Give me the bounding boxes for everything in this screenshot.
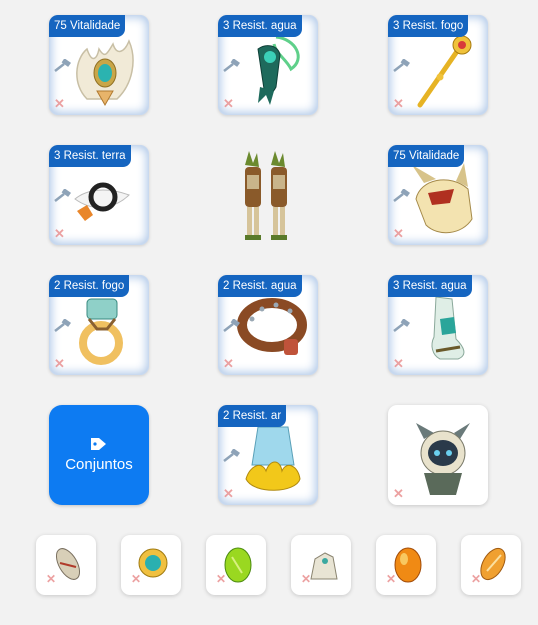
sets-button-label: Conjuntos (65, 456, 133, 473)
belt-icon (237, 298, 307, 355)
slot-badge: 3 Resist. terra (49, 145, 131, 167)
hammer-icon[interactable] (222, 449, 240, 463)
pet-icon (416, 423, 470, 495)
character-preview (245, 151, 287, 240)
slot-badge: 2 Resist. ar (218, 405, 287, 427)
dofus-slot-2[interactable]: ✕ (121, 535, 181, 595)
shield-icon (257, 35, 300, 105)
dofus-slot-5[interactable]: ✕ (376, 535, 436, 595)
remove-x-icon[interactable]: ✕ (393, 487, 404, 500)
dofus-slot-3[interactable]: ✕ (206, 535, 266, 595)
remove-x-icon[interactable]: ✕ (393, 357, 404, 370)
hammer-icon[interactable] (53, 189, 71, 203)
remove-x-icon[interactable]: ✕ (471, 573, 481, 586)
tag-icon (91, 438, 106, 450)
sets-button[interactable]: Conjuntos (49, 405, 149, 505)
pet-slot[interactable]: ✕ (388, 405, 488, 505)
hammer-icon[interactable] (53, 59, 71, 73)
hammer-icon[interactable] (392, 189, 410, 203)
remove-x-icon[interactable]: ✕ (301, 573, 311, 586)
slot-badge: 3 Resist. agua (388, 275, 472, 297)
remove-x-icon[interactable]: ✕ (46, 573, 56, 586)
slot-badge: 2 Resist. fogo (49, 275, 130, 297)
helmet-icon (412, 163, 473, 234)
slot-badge: 3 Resist. agua (218, 15, 302, 37)
hammer-icon[interactable] (53, 319, 71, 333)
belt-slot[interactable]: 2 Resist. agua ✕ (218, 275, 318, 375)
ring-icon (74, 182, 130, 221)
cape-slot[interactable]: 2 Resist. ar ✕ (218, 405, 318, 505)
remove-x-icon[interactable]: ✕ (386, 573, 396, 586)
dofus-slot-6[interactable]: ✕ (461, 535, 521, 595)
hammer-icon[interactable] (222, 319, 240, 333)
weapon-slot[interactable]: 3 Resist. fogo ✕ (388, 15, 488, 115)
amulet-icon (76, 39, 134, 107)
hat-slot[interactable]: 75 Vitalidade ✕ (388, 145, 488, 245)
ring-left-slot[interactable]: 3 Resist. terra ✕ (49, 145, 149, 245)
hammer-icon[interactable] (392, 59, 410, 73)
dofus-slot-4[interactable]: ✕ (291, 535, 351, 595)
remove-x-icon[interactable]: ✕ (223, 357, 234, 370)
amulet-slot[interactable]: 75 Vitalidade ✕ (49, 15, 149, 115)
remove-x-icon[interactable]: ✕ (54, 97, 65, 110)
boots-slot[interactable]: 3 Resist. agua ✕ (388, 275, 488, 375)
remove-x-icon[interactable]: ✕ (223, 487, 234, 500)
slot-badge: 3 Resist. fogo (388, 15, 469, 37)
remove-x-icon[interactable]: ✕ (216, 573, 226, 586)
remove-x-icon[interactable]: ✕ (393, 227, 404, 240)
shield-slot[interactable]: 3 Resist. agua ✕ (218, 15, 318, 115)
slot-badge: 75 Vitalidade (388, 145, 465, 167)
remove-x-icon[interactable]: ✕ (223, 97, 234, 110)
dofus-slot-1[interactable]: ✕ (36, 535, 96, 595)
remove-x-icon[interactable]: ✕ (54, 227, 65, 240)
remove-x-icon[interactable]: ✕ (131, 573, 141, 586)
remove-x-icon[interactable]: ✕ (54, 357, 65, 370)
remove-x-icon[interactable]: ✕ (393, 97, 404, 110)
boots-icon (431, 296, 465, 360)
staff-icon (417, 35, 472, 108)
slot-badge: 75 Vitalidade (49, 15, 126, 37)
ring-icon (79, 298, 123, 365)
ring-right-slot[interactable]: 2 Resist. fogo ✕ (49, 275, 149, 375)
hammer-icon[interactable] (222, 59, 240, 73)
slot-badge: 2 Resist. agua (218, 275, 302, 297)
cape-icon (245, 426, 301, 491)
hammer-icon[interactable] (392, 319, 410, 333)
